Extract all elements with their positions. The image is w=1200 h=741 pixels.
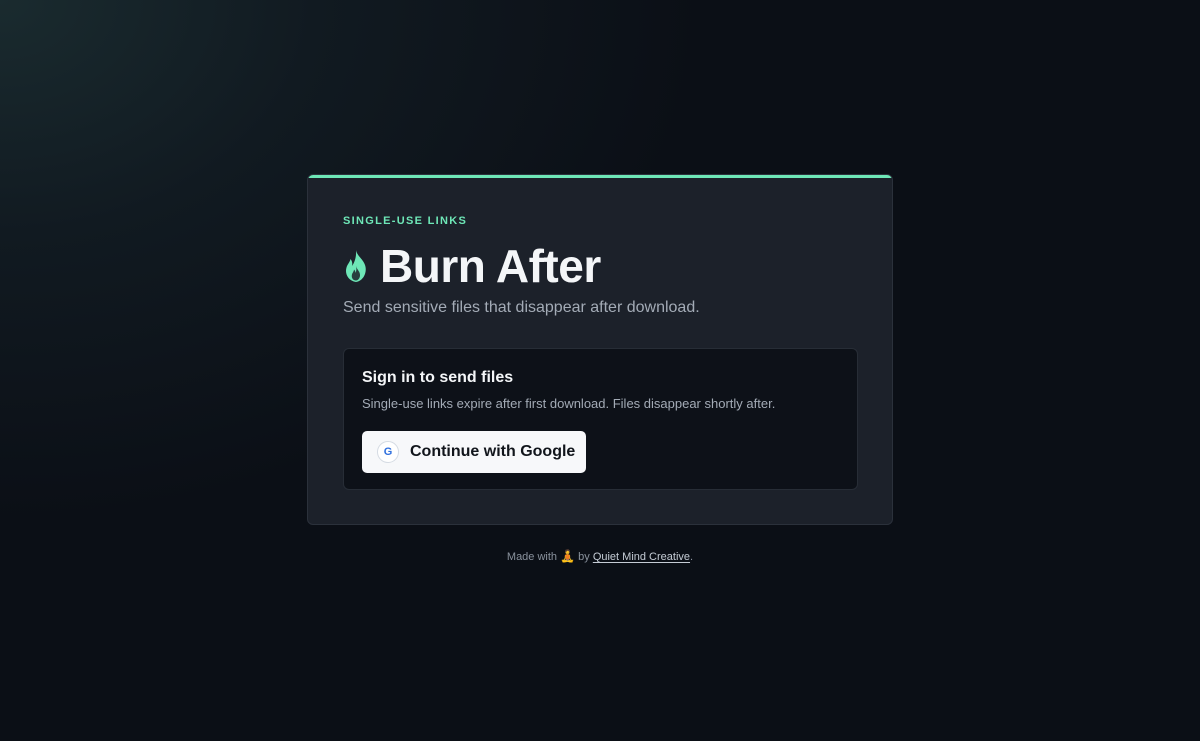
signin-title: Sign in to send files: [362, 369, 514, 386]
page-subtitle: Send sensitive files that disappear afte…: [343, 299, 700, 316]
footer-suffix: .: [690, 551, 694, 563]
continue-with-google-button[interactable]: G Continue with Google: [362, 431, 586, 473]
google-button-label: Continue with Google: [410, 443, 576, 460]
signin-description: Single-use links expire after first down…: [362, 396, 776, 411]
title-row: Burn After: [342, 239, 601, 293]
flame-icon: [342, 249, 370, 283]
page-title: Burn After: [380, 240, 601, 292]
card-accent-bar: [308, 175, 892, 178]
meditation-icon: 🧘: [560, 549, 576, 563]
signin-card: SINGLE-USE LINKS Burn After Send sensiti…: [307, 174, 893, 525]
footer: Made with 🧘 by Quiet Mind Creative.: [0, 549, 1200, 563]
footer-by: by: [578, 551, 590, 563]
signin-panel: Sign in to send files Single-use links e…: [343, 348, 858, 490]
footer-prefix: Made with: [506, 551, 558, 563]
quiet-mind-creative-link[interactable]: Quiet Mind Creative: [593, 551, 690, 563]
eyebrow-label: SINGLE-USE LINKS: [343, 215, 468, 227]
google-icon: G: [377, 441, 399, 463]
